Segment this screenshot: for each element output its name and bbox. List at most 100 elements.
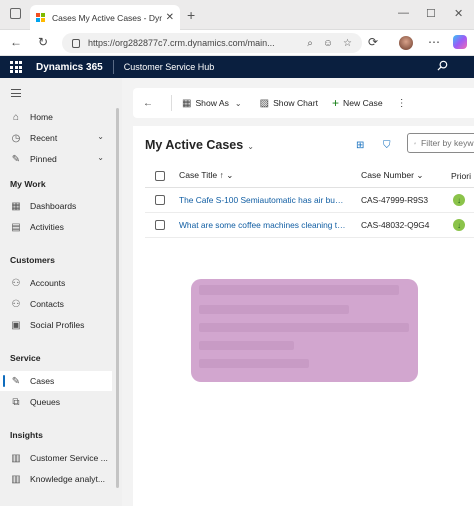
sidebar-item-label: Activities [30, 222, 64, 232]
edit-columns-icon[interactable]: ⊞ [356, 140, 364, 151]
select-all-checkbox[interactable] [155, 170, 165, 181]
sidebar-item-label: Home [30, 112, 53, 122]
show-as-label: Show As [195, 98, 229, 108]
overlay-text-line [199, 341, 294, 350]
table-row[interactable]: What are some coffee machines cleaning t… [145, 213, 474, 238]
priority-low-icon [453, 194, 465, 206]
sidebar-item-social-profiles[interactable]: ▣ Social Profiles [0, 315, 112, 335]
back-icon[interactable]: ← [10, 35, 22, 49]
dashboard-icon: ▦ [11, 200, 21, 212]
grid-header: Case Title ↑ ⌄ Case Number ⌄ Priori [145, 164, 474, 188]
command-bar: ← ▦ Show As ⌄ ▨ Show Chart + New Case ⋮ [133, 88, 474, 118]
table-row[interactable]: The Cafe S-100 Semiautomatic has air bub… [145, 188, 474, 213]
sidebar-item-label: Dashboards [30, 201, 77, 211]
show-as-button[interactable]: ▦ Show As ⌄ [182, 98, 246, 109]
chevron-down-icon: ⌄ [234, 98, 242, 108]
filter-input[interactable]: Filter by keyword [407, 133, 474, 153]
column-header-case-title[interactable]: Case Title ↑ ⌄ [179, 170, 234, 181]
clipboard-icon: ▤ [11, 221, 21, 233]
case-title-link[interactable]: What are some coffee machines cleaning t… [179, 220, 347, 230]
sidebar-item-activities[interactable]: ▤ Activities [0, 217, 112, 237]
new-tab-icon[interactable]: + [187, 7, 195, 23]
column-label: Case Title [179, 170, 218, 180]
chevron-down-icon[interactable]: ⌄ [97, 153, 104, 162]
row-checkbox[interactable] [155, 195, 165, 205]
sidebar-item-label: Contacts [30, 299, 64, 309]
overlay-text-line [199, 359, 309, 368]
sidebar-item-label: Pinned [30, 154, 57, 164]
browser-tab-strip: Cases My Active Cases - Dynamics ✕ + — ☐… [0, 0, 474, 30]
home-icon: ⌂ [12, 111, 20, 123]
overlay-card [191, 279, 418, 382]
column-label: Case Number [361, 170, 415, 180]
more-commands-button[interactable]: ⋮ [397, 98, 411, 109]
sidebar-item-pinned[interactable]: ✎ Pinned ⌄ [0, 149, 112, 169]
new-case-button[interactable]: + New Case [332, 96, 383, 110]
show-chart-button[interactable]: ▨ Show Chart [260, 98, 318, 109]
person-icon: ⚇ [11, 277, 21, 289]
app-launcher-icon[interactable] [10, 61, 22, 73]
command-divider [171, 95, 172, 111]
chevron-down-icon[interactable]: ⌄ [97, 132, 104, 141]
column-header-case-number[interactable]: Case Number ⌄ [361, 170, 424, 181]
avatar[interactable] [399, 36, 413, 50]
back-button[interactable]: ← [143, 98, 157, 109]
profile-manage-icon[interactable]: ☺ [323, 38, 333, 49]
url-field[interactable]: https://org282877c7.crm.dynamics.com/mai… [62, 33, 362, 53]
more-vertical-icon: ⋮ [396, 97, 407, 109]
lock-icon [72, 38, 80, 48]
copilot-icon[interactable] [453, 35, 467, 49]
more-icon[interactable]: ⋯ [428, 35, 440, 49]
new-case-label: New Case [342, 98, 383, 108]
queue-icon: ⧉ [12, 396, 20, 408]
plus-icon: + [331, 96, 339, 110]
app-name[interactable]: Dynamics 365 [36, 62, 103, 73]
overlay-text-line [199, 323, 409, 332]
zoom-icon[interactable]: ⌕ [307, 38, 313, 49]
sidebar-item-dashboards[interactable]: ▦ Dashboards [0, 196, 112, 216]
refresh-icon[interactable]: ↻ [38, 35, 48, 49]
sidebar-item-knowledge-analytics[interactable]: ▥ Knowledge analyt... [0, 469, 112, 489]
row-checkbox[interactable] [155, 220, 165, 230]
chart-icon: ▨ [259, 97, 270, 109]
close-window-icon[interactable]: ✕ [454, 7, 463, 20]
minimize-icon[interactable]: — [398, 7, 409, 19]
sidebar-item-label: Social Profiles [30, 320, 85, 330]
case-number: CAS-47999-R9S3 [361, 195, 429, 205]
clock-icon: ◷ [11, 132, 21, 144]
hub-name[interactable]: Customer Service Hub [124, 62, 215, 72]
pin-icon: ✎ [11, 153, 21, 165]
sidebar-item-accounts[interactable]: ⚇ Accounts [0, 273, 112, 293]
sidebar-scrollbar[interactable] [116, 108, 119, 488]
hamburger-menu-icon[interactable] [11, 89, 21, 100]
case-title-link[interactable]: The Cafe S-100 Semiautomatic has air bub… [179, 195, 347, 205]
sidebar-item-queues[interactable]: ⧉ Queues [0, 392, 112, 412]
search-icon[interactable] [437, 60, 448, 71]
grid-view-icon: ▦ [182, 97, 192, 109]
show-chart-label: Show Chart [273, 98, 318, 108]
sidebar-item-recent[interactable]: ◷ Recent ⌄ [0, 128, 112, 148]
favorite-star-icon[interactable]: ☆ [343, 38, 352, 49]
sidebar: ⌂ Home ◷ Recent ⌄ ✎ Pinned ⌄ My Work ▦ D… [0, 78, 122, 506]
extensions-icon[interactable]: ⟳ [368, 35, 378, 49]
wrench-icon: ✎ [11, 375, 21, 387]
sidebar-item-label: Customer Service ... [30, 453, 108, 463]
maximize-icon[interactable]: ☐ [426, 7, 436, 20]
priority-low-icon [453, 219, 465, 231]
sidebar-item-label: Recent [30, 133, 58, 143]
sidebar-item-cases[interactable]: ✎ Cases [0, 371, 112, 391]
filter-icon[interactable]: ⛉ [383, 140, 391, 151]
arrow-left-icon: ← [143, 97, 153, 109]
chart-icon: ▥ [11, 452, 21, 464]
column-header-priority[interactable]: Priori [451, 171, 471, 181]
browser-tab[interactable]: Cases My Active Cases - Dynamics ✕ [30, 5, 180, 30]
contact-icon: ⚇ [11, 298, 21, 310]
sidebar-item-contacts[interactable]: ⚇ Contacts [0, 294, 112, 314]
sidebar-item-home[interactable]: ⌂ Home [0, 107, 112, 127]
tab-actions-icon[interactable] [10, 8, 21, 19]
sidebar-item-label: Accounts [30, 278, 66, 288]
view-selector[interactable]: My Active Cases ⌄ [145, 138, 254, 152]
dynamics-favicon-icon [36, 12, 46, 23]
close-tab-icon[interactable]: ✕ [166, 12, 174, 23]
sidebar-item-customer-service-insights[interactable]: ▥ Customer Service ... [0, 448, 112, 468]
